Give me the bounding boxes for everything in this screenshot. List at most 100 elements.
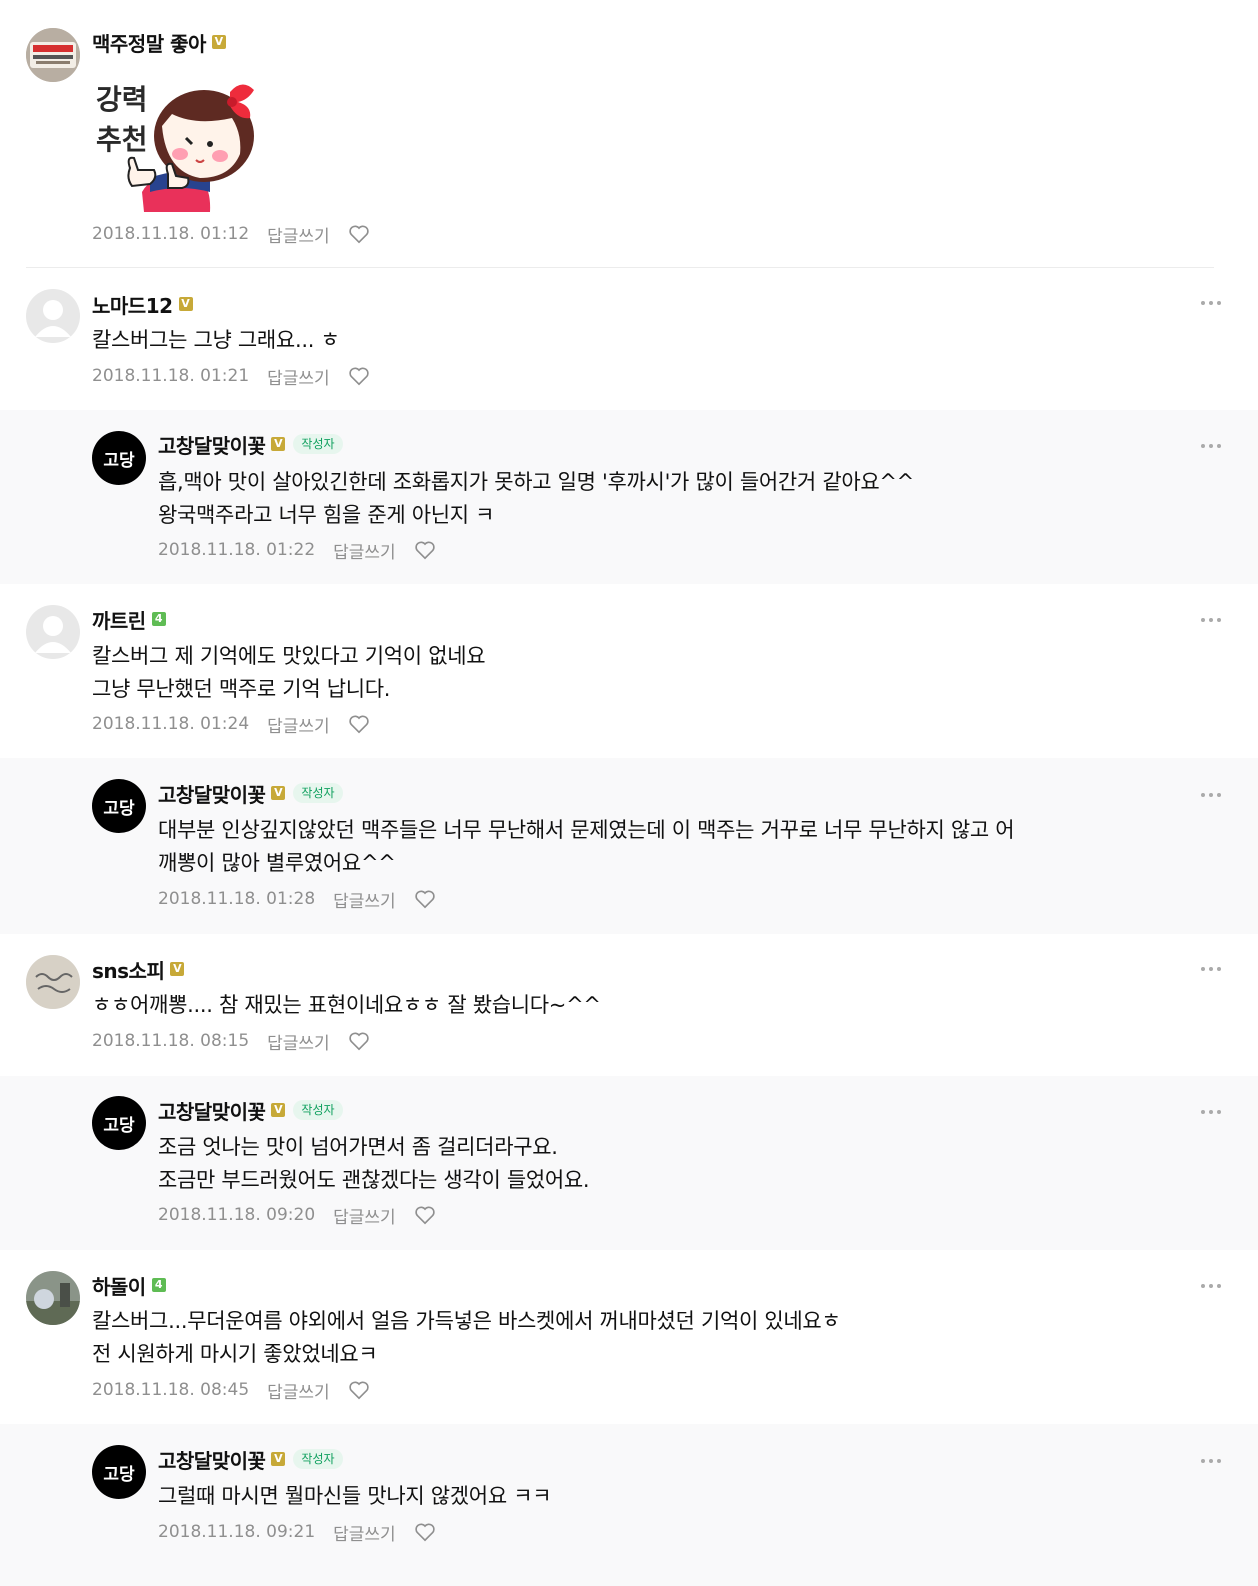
comment-item: 노마드12 V 칼스버그는 그냥 그래요... ㅎ 2018.11.18. 01… xyxy=(0,268,1258,410)
avatar[interactable] xyxy=(26,28,80,82)
reply-item: 고당 고창달맞이꽃 V 작성자 흡,맥아 맛이 살아있긴한데 조화롭지가 못하고… xyxy=(0,410,1258,584)
comment-text-line: 그냥 무난했던 맥주로 기억 납니다. xyxy=(92,677,391,701)
comment-text: 칼스버그는 그냥 그래요... ㅎ xyxy=(92,328,340,352)
profile-photo-icon xyxy=(26,1271,80,1325)
author-tag: 작성자 xyxy=(293,783,343,803)
reply-button[interactable]: 답글쓰기 xyxy=(333,1203,396,1228)
nickname[interactable]: 까트린 xyxy=(92,605,146,634)
avatar-logo: 고당 xyxy=(103,451,135,471)
nickname[interactable]: 고창달맞이꽃 xyxy=(158,1096,266,1125)
comment-item: 하돌이 4 칼스버그...무더운여름 야외에서 얼음 가득넣은 바스켓에서 꺼내… xyxy=(0,1250,1258,1424)
heart-icon[interactable] xyxy=(348,714,370,734)
author-tag: 작성자 xyxy=(293,434,343,454)
nickname[interactable]: 고창달맞이꽃 xyxy=(158,430,266,459)
author-avatar[interactable]: 고당 xyxy=(92,431,146,485)
avatar[interactable] xyxy=(26,289,80,343)
member-level-badge: V xyxy=(271,786,286,800)
comment-text-line: 대부분 인상깊지않았던 맥주들은 너무 무난해서 문제였는데 이 맥주는 거꾸로… xyxy=(158,818,1015,842)
heart-icon[interactable] xyxy=(414,540,436,560)
comment-text: 그럴때 마시면 뭘마신들 맛나지 않겠어요 ㅋㅋ xyxy=(158,1484,552,1508)
comment-date: 2018.11.18. 01:22 xyxy=(158,540,316,560)
comment-text-line: 흡,맥아 맛이 살아있긴한데 조화롭지가 못하고 일명 '후까시'가 많이 들어… xyxy=(158,470,914,494)
sticker-text-line: 강력 xyxy=(96,83,148,116)
nickname[interactable]: sns소피 xyxy=(92,955,165,984)
comment-text-line: 조금만 부드러웠어도 괜찮겠다는 생각이 들었어요. xyxy=(158,1168,590,1192)
member-level-badge: V xyxy=(178,297,193,311)
comment-date: 2018.11.18. 01:28 xyxy=(158,889,316,909)
author-avatar[interactable]: 고당 xyxy=(92,1445,146,1499)
nickname[interactable]: 노마드12 xyxy=(92,290,173,319)
more-icon[interactable] xyxy=(1200,965,1222,973)
member-level-badge: V xyxy=(271,1103,286,1117)
heart-icon[interactable] xyxy=(414,1205,436,1225)
reply-button[interactable]: 답글쓰기 xyxy=(267,1029,330,1054)
reply-button[interactable]: 답글쓰기 xyxy=(267,364,330,389)
sticker-text-line: 추천 xyxy=(96,123,148,156)
comment-date: 2018.11.18. 08:45 xyxy=(92,1380,250,1400)
author-tag: 작성자 xyxy=(293,1449,343,1469)
comment-text-line: 왕국맥주라고 너무 힘을 준게 아닌지 ㅋ xyxy=(158,503,495,527)
nickname[interactable]: 고창달맞이꽃 xyxy=(158,779,266,808)
comment-date: 2018.11.18. 01:21 xyxy=(92,366,250,386)
heart-icon[interactable] xyxy=(414,1522,436,1542)
comment-text-line: 깨뽕이 많아 별루였어요^^ xyxy=(158,851,396,875)
avatar-logo: 고당 xyxy=(103,1116,135,1136)
comment-text-line: 조금 엇나는 맛이 넘어가면서 좀 걸리더라구요. xyxy=(158,1135,558,1159)
nickname[interactable]: 맥주정말 좋아 xyxy=(92,28,206,57)
avatar-logo: 고당 xyxy=(103,1465,135,1485)
profile-photo-icon xyxy=(26,28,80,82)
more-icon[interactable] xyxy=(1200,1457,1222,1465)
heart-icon[interactable] xyxy=(348,224,370,244)
avatar[interactable] xyxy=(26,1271,80,1325)
nickname[interactable]: 고창달맞이꽃 xyxy=(158,1445,266,1474)
more-icon[interactable] xyxy=(1200,791,1222,799)
sticker-image: 강력 추천 xyxy=(92,74,262,216)
heart-icon[interactable] xyxy=(348,366,370,386)
comment-date: 2018.11.18. 01:12 xyxy=(92,224,250,244)
default-profile-icon xyxy=(35,300,71,337)
profile-photo-icon xyxy=(26,955,80,1009)
reply-item: 고당 고창달맞이꽃 V 작성자 그럴때 마시면 뭘마신들 맛나지 않겠어요 ㅋㅋ… xyxy=(0,1424,1258,1586)
reply-button[interactable]: 답글쓰기 xyxy=(333,538,396,563)
reply-button[interactable]: 답글쓰기 xyxy=(333,887,396,912)
more-icon[interactable] xyxy=(1200,616,1222,624)
author-avatar[interactable]: 고당 xyxy=(92,779,146,833)
avatar-logo: 고당 xyxy=(103,799,135,819)
reply-item: 고당 고창달맞이꽃 V 작성자 대부분 인상깊지않았던 맥주들은 너무 무난해서… xyxy=(0,758,1258,934)
heart-icon[interactable] xyxy=(348,1031,370,1051)
member-level-badge: V xyxy=(271,1452,286,1466)
comment-text-line: 칼스버그 제 기억에도 맛있다고 기억이 없네요 xyxy=(92,644,486,668)
reply-button[interactable]: 답글쓰기 xyxy=(267,222,330,247)
member-level-badge: 4 xyxy=(151,612,166,626)
avatar[interactable] xyxy=(26,955,80,1009)
comment-item: sns소피 V ㅎㅎ어깨뽕.... 참 재밌는 표현이네요ㅎㅎ 잘 봤습니다~^… xyxy=(0,934,1258,1076)
comment-date: 2018.11.18. 08:15 xyxy=(92,1031,250,1051)
author-tag: 작성자 xyxy=(293,1100,343,1120)
comment-item: 맥주정말 좋아 V 강력 추천 2018.11.18. 01:12 답글쓰기 xyxy=(0,0,1258,268)
avatar[interactable] xyxy=(26,605,80,659)
reply-button[interactable]: 답글쓰기 xyxy=(267,712,330,737)
comment-text-line: 전 시원하게 마시기 좋았었네요ㅋ xyxy=(92,1342,378,1366)
member-level-badge: V xyxy=(271,437,286,451)
more-icon[interactable] xyxy=(1200,1282,1222,1290)
reply-button[interactable]: 답글쓰기 xyxy=(333,1520,396,1545)
comment-text: ㅎㅎ어깨뽕.... 참 재밌는 표현이네요ㅎㅎ 잘 봤습니다~^^ xyxy=(92,993,601,1017)
comment-date: 2018.11.18. 09:20 xyxy=(158,1205,316,1225)
reply-item: 고당 고창달맞이꽃 V 작성자 조금 엇나는 맛이 넘어가면서 좀 걸리더라구요… xyxy=(0,1076,1258,1250)
member-level-badge: V xyxy=(170,962,185,976)
default-profile-icon xyxy=(35,616,71,653)
member-level-badge: 4 xyxy=(151,1278,166,1292)
comment-item: 까트린 4 칼스버그 제 기억에도 맛있다고 기억이 없네요 그냥 무난했던 맥… xyxy=(0,584,1258,758)
more-icon[interactable] xyxy=(1200,442,1222,450)
comment-date: 2018.11.18. 01:24 xyxy=(92,714,250,734)
heart-icon[interactable] xyxy=(414,889,436,909)
author-avatar[interactable]: 고당 xyxy=(92,1096,146,1150)
comment-date: 2018.11.18. 09:21 xyxy=(158,1522,316,1542)
more-icon[interactable] xyxy=(1200,299,1222,307)
comment-text-line: 칼스버그...무더운여름 야외에서 얼음 가득넣은 바스켓에서 꺼내마셨던 기억… xyxy=(92,1309,841,1333)
member-level-badge: V xyxy=(211,35,226,49)
more-icon[interactable] xyxy=(1200,1108,1222,1116)
heart-icon[interactable] xyxy=(348,1380,370,1400)
nickname[interactable]: 하돌이 xyxy=(92,1271,146,1300)
reply-button[interactable]: 답글쓰기 xyxy=(267,1378,330,1403)
